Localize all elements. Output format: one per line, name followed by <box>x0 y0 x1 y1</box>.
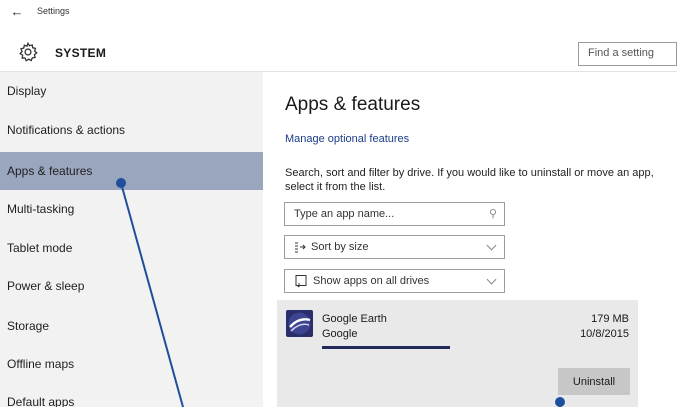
drive-filter-label: Show apps on all drives <box>313 275 430 287</box>
app-name: Google Earth <box>322 313 387 325</box>
back-button[interactable]: ← <box>8 3 26 21</box>
search-icon: ⚲ <box>488 208 497 220</box>
sidebar-item-default-apps[interactable]: Default apps <box>0 383 263 407</box>
app-install-date: 10/8/2015 <box>580 328 629 340</box>
manage-optional-features-link[interactable]: Manage optional features <box>285 133 409 145</box>
page-title: Apps & features <box>285 94 421 115</box>
back-arrow-icon: ← <box>10 4 24 19</box>
section-title: SYSTEM <box>55 46 107 60</box>
sidebar-item-multi-tasking[interactable]: Multi-tasking <box>0 190 263 228</box>
sidebar-item-tablet-mode[interactable]: Tablet mode <box>0 229 263 267</box>
app-list-item[interactable]: Google Earth Google 179 MB 10/8/2015 Uni… <box>277 300 638 407</box>
sidebar: Display Notifications & actions Apps & f… <box>0 72 263 407</box>
drive-filter-dropdown[interactable]: Show apps on all drives <box>284 269 505 293</box>
main-content: Apps & features Manage optional features… <box>263 72 677 407</box>
instructions-text: Search, sort and filter by drive. If you… <box>285 167 654 193</box>
find-setting-input[interactable]: Find a setting <box>578 42 677 66</box>
app-search-placeholder: Type an app name... <box>294 208 395 220</box>
chevron-down-icon <box>486 240 497 251</box>
window-title: Settings <box>37 6 70 16</box>
app-size-bar-fill <box>322 346 450 349</box>
google-earth-icon <box>286 310 313 337</box>
sidebar-item-storage[interactable]: Storage <box>0 307 263 345</box>
sidebar-item-notifications-actions[interactable]: Notifications & actions <box>0 111 263 149</box>
chevron-down-icon <box>486 274 497 285</box>
title-bar: ← Settings <box>0 0 677 32</box>
app-size: 179 MB <box>591 313 629 325</box>
sidebar-item-offline-maps[interactable]: Offline maps <box>0 345 263 383</box>
gear-icon <box>19 41 38 62</box>
system-header: SYSTEM Find a setting <box>0 32 677 72</box>
app-search-input[interactable]: Type an app name... ⚲ <box>284 202 505 226</box>
app-size-bar <box>322 346 450 349</box>
sidebar-item-power-sleep[interactable]: Power & sleep <box>0 267 263 305</box>
uninstall-button[interactable]: Uninstall <box>558 368 630 395</box>
sort-dropdown[interactable]: Sort by size <box>284 235 505 259</box>
sort-label: Sort by size <box>311 241 369 253</box>
drive-icon <box>295 275 307 288</box>
sidebar-item-display[interactable]: Display <box>0 72 263 110</box>
sidebar-item-apps-features[interactable]: Apps & features <box>0 152 263 190</box>
sort-icon <box>295 242 306 253</box>
app-publisher: Google <box>322 328 358 340</box>
